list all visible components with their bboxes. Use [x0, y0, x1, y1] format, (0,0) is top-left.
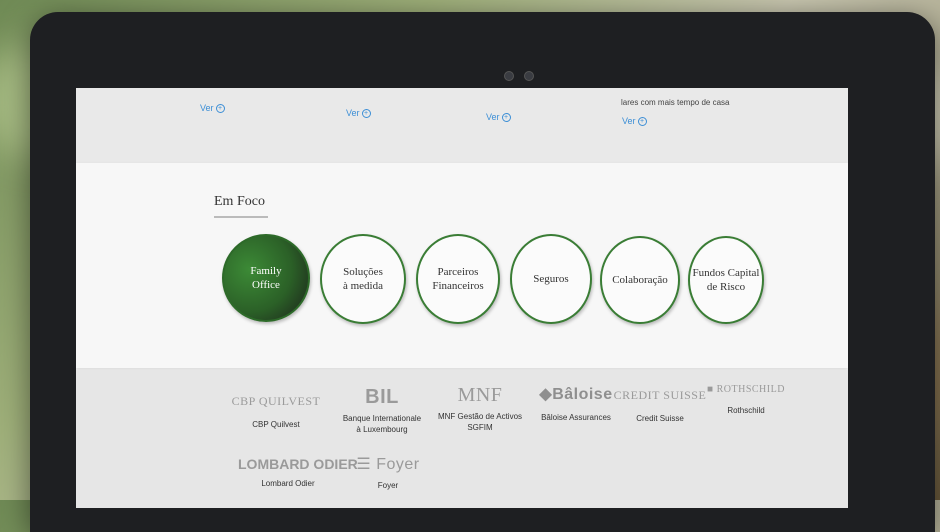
partner-credit-suisse[interactable]: CREDIT SUISSE Credit Suisse	[610, 388, 710, 424]
focus-item-label: Parceiros Financeiros	[432, 266, 484, 292]
rothschild-logo: ■ ROTHSCHILD	[707, 384, 785, 395]
partner-name: Banque Internationale à Luxembourg	[342, 414, 422, 434]
partner-mnf[interactable]: MNF MNF Gestão de Activos SGFIM	[430, 384, 530, 433]
section-title: Em Foco	[214, 194, 265, 209]
partner-name: Rothschild	[727, 406, 765, 415]
foyer-emblem-icon: ☰	[356, 456, 377, 473]
rothschild-emblem-icon: ■	[707, 384, 717, 395]
ver-link-label: Ver	[622, 116, 636, 126]
ver-link-1[interactable]: Ver +	[200, 103, 225, 114]
foyer-logo: ☰ Foyer	[356, 456, 420, 473]
lombard-odier-logo: LOMBARD ODIER	[238, 456, 358, 472]
website-screen: Ver + Ver + Ver + lares com mais tempo de c…	[76, 88, 848, 508]
partner-rothschild[interactable]: ■ ROTHSCHILD Rothschild	[696, 384, 796, 416]
ver-link-2[interactable]: Ver +	[346, 108, 371, 119]
bil-logo: BIL	[365, 386, 399, 408]
plus-circle-icon: +	[637, 117, 647, 127]
focus-item-colaboracao[interactable]: Colaboração	[600, 236, 680, 324]
ver-link-3[interactable]: Ver +	[486, 112, 511, 123]
focus-item-seguros[interactable]: Seguros	[510, 234, 592, 324]
focus-item-label: Seguros	[533, 273, 569, 285]
focus-item-label: Soluções à medida	[342, 266, 383, 292]
partner-lombard-odier[interactable]: LOMBARD ODIER Lombard Odier	[238, 456, 358, 489]
partner-name: Lombard Odier	[261, 479, 315, 488]
focus-item-label: Fundos Capital de Risco	[692, 267, 760, 293]
top-content-band: Ver + Ver + Ver + lares com mais tempo de c…	[76, 88, 848, 163]
cbp-quilvest-logo: CBP QUILVEST	[231, 394, 321, 408]
partner-bil[interactable]: BIL Banque Internationale à Luxembourg	[332, 386, 432, 435]
partner-name: CBP Quilvest	[252, 420, 300, 429]
baloise-diamond-icon: ◆	[539, 386, 553, 403]
partner-foyer[interactable]: ☰ Foyer Foyer	[338, 454, 438, 491]
camera-sensor-icon	[524, 71, 534, 81]
partner-cbp-quilvest[interactable]: CBP QUILVEST CBP Quilvest	[226, 394, 326, 430]
plus-circle-icon: +	[501, 113, 511, 123]
focus-item-label: Colaboração	[612, 274, 668, 286]
plus-circle-icon: +	[215, 104, 225, 114]
camera-icon	[504, 71, 514, 81]
credit-suisse-logo: CREDIT SUISSE	[613, 388, 707, 402]
focus-item-solucoes[interactable]: Soluções à medida	[320, 234, 406, 324]
plus-circle-icon: +	[361, 109, 371, 119]
focus-item-label: Family Office	[250, 265, 282, 291]
partner-name: MNF Gestão de Activos SGFIM	[437, 412, 523, 432]
article-snippet: lares com mais tempo de casa	[621, 98, 730, 107]
ver-link-label: Ver	[486, 112, 500, 122]
focus-item-family-office[interactable]: Family Office	[222, 234, 310, 322]
focus-item-parceiros[interactable]: Parceiros Financeiros	[416, 234, 500, 324]
partner-name: Foyer	[377, 481, 399, 490]
mnf-logo: MNF	[457, 384, 503, 406]
ver-link-label: Ver	[200, 103, 214, 113]
title-underline	[214, 216, 268, 218]
focus-item-fundos[interactable]: Fundos Capital de Risco	[688, 236, 764, 324]
ver-link-4[interactable]: Ver +	[622, 116, 647, 127]
ver-link-label: Ver	[346, 108, 360, 118]
partner-name: Credit Suisse	[636, 414, 684, 423]
